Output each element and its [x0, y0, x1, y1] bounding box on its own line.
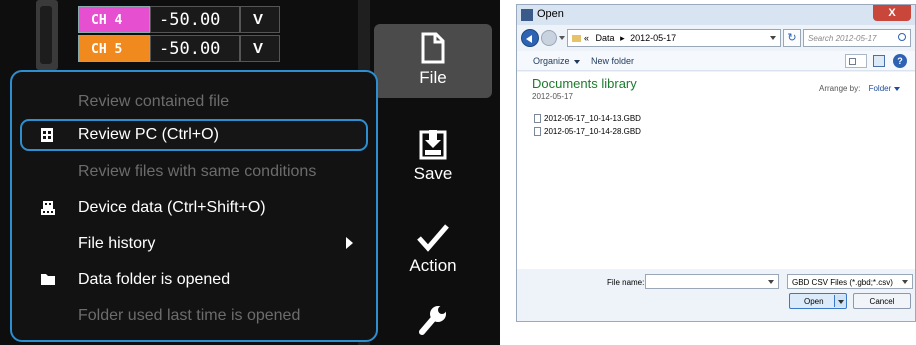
document-icon [41, 128, 53, 142]
library-title: Documents library [532, 76, 637, 91]
preview-pane-button[interactable] [873, 55, 885, 67]
filetype-value: GBD CSV Files (*.gbd;*.csv) [792, 278, 893, 287]
search-icon [898, 33, 906, 41]
command-bar: Organize New folder ? [517, 51, 915, 71]
menu-item-device-data[interactable]: Device data (Ctrl+Shift+O) [12, 192, 376, 224]
filetype-select[interactable]: GBD CSV Files (*.gbd;*.csv) [787, 274, 913, 289]
menu-item-label: Review files with same conditions [78, 163, 317, 180]
chevron-down-icon [902, 280, 908, 284]
menu-item-label: Review PC (Ctrl+O) [78, 126, 219, 143]
file-name: 2012-05-17_10-14-13.GBD [544, 114, 641, 123]
device-app-panel: CH 4 -50.00 V CH 5 -50.00 V File Save Ac… [0, 0, 500, 345]
dialog-title: Open [537, 8, 564, 20]
save-button-label: Save [413, 164, 453, 183]
channel-row[interactable]: CH 5 -50.00 V [78, 35, 280, 62]
file-button-label: File [419, 68, 447, 87]
view-icon [849, 58, 856, 65]
checkmark-icon [417, 224, 449, 252]
action-button[interactable]: Action [374, 222, 492, 282]
forward-arrow-icon[interactable] [541, 30, 557, 46]
file-icon [534, 127, 541, 137]
app-icon [521, 9, 533, 21]
menu-item-label: Review contained file [78, 93, 230, 110]
folder-icon [41, 274, 55, 285]
settings-button[interactable] [374, 302, 492, 342]
dialog-titlebar[interactable]: Open X [517, 5, 915, 25]
dialog-footer: File name: GBD CSV Files (*.gbd;*.csv) O… [517, 269, 915, 321]
menu-item-label: Device data (Ctrl+Shift+O) [78, 199, 266, 216]
filename-input[interactable] [645, 274, 779, 289]
new-folder-button[interactable]: New folder [591, 56, 634, 66]
file-list-pane[interactable]: Documents library 2012-05-17 Arrange by:… [517, 72, 915, 269]
open-split-dropdown-icon[interactable] [834, 295, 846, 307]
menu-item-review-same-conditions[interactable]: Review files with same conditions [12, 156, 376, 188]
channel-row[interactable]: CH 4 -50.00 V [78, 6, 280, 33]
channel-unit: V [240, 35, 280, 62]
arrange-by-dropdown[interactable]: Folder [869, 84, 901, 93]
file-icon [421, 32, 445, 64]
menu-item-label: File history [78, 235, 156, 252]
breadcrumb-date[interactable]: 2012-05-17 [630, 33, 676, 43]
file-icon [534, 114, 541, 124]
arrange-by: Arrange by: Folder [819, 84, 900, 93]
address-input[interactable]: « Data ▸ 2012-05-17 [567, 29, 781, 47]
view-options-button[interactable] [845, 54, 867, 68]
device-icon [41, 201, 55, 215]
save-button[interactable]: Save [374, 128, 492, 188]
file-name: 2012-05-17_10-14-28.GBD [544, 127, 641, 136]
channel-value: -50.00 [150, 35, 240, 62]
wrench-icon [419, 306, 446, 335]
menu-item-file-history[interactable]: File history [12, 228, 376, 260]
menu-item-label: Data folder is opened [78, 271, 231, 288]
list-item[interactable]: 2012-05-17_10-14-13.GBD [534, 114, 641, 126]
open-file-dialog: Open X « Data ▸ 2012-05-17 ↻ Search 2012… [516, 4, 916, 322]
menu-item-label: Folder used last time is opened [78, 307, 301, 324]
search-input[interactable]: Search 2012-05-17 [803, 29, 911, 47]
menu-item-review-pc[interactable]: Review PC (Ctrl+O) [20, 119, 368, 151]
list-item[interactable]: 2012-05-17_10-14-28.GBD [534, 127, 641, 139]
file-menu: Review contained file Review PC (Ctrl+O)… [10, 70, 378, 342]
cancel-button[interactable]: Cancel [853, 293, 911, 309]
back-arrow-icon[interactable] [521, 29, 539, 47]
open-button[interactable]: Open [789, 293, 847, 309]
menu-item-data-folder[interactable]: Data folder is opened [12, 264, 376, 296]
search-placeholder: Search 2012-05-17 [808, 34, 877, 43]
chevron-down-icon[interactable] [768, 280, 774, 284]
history-dropdown-icon[interactable] [559, 36, 565, 40]
close-button[interactable]: X [873, 5, 911, 21]
address-bar: « Data ▸ 2012-05-17 ↻ Search 2012-05-17 [517, 25, 915, 51]
menu-item-last-folder[interactable]: Folder used last time is opened [12, 300, 376, 332]
save-icon [419, 130, 447, 160]
folder-icon [572, 35, 581, 43]
arrange-by-label: Arrange by: [819, 84, 861, 93]
channel-table: CH 4 -50.00 V CH 5 -50.00 V [78, 6, 280, 64]
breadcrumb-separator-icon: ▸ [620, 33, 625, 43]
organize-button[interactable]: Organize [533, 56, 580, 66]
submenu-arrow-icon [346, 237, 353, 249]
help-button[interactable]: ? [893, 54, 907, 68]
channel-name: CH 4 [78, 6, 150, 33]
filename-label: File name: [607, 278, 645, 287]
open-button-label: Open [804, 297, 824, 306]
chevron-down-icon[interactable] [770, 36, 776, 40]
channel-name: CH 5 [78, 35, 150, 62]
breadcrumb-overflow[interactable]: « [584, 33, 589, 43]
menu-item-review-contained-file[interactable]: Review contained file [12, 86, 376, 118]
file-button[interactable]: File [374, 24, 492, 98]
channel-value: -50.00 [150, 6, 240, 33]
refresh-button[interactable]: ↻ [783, 29, 801, 47]
action-button-label: Action [409, 256, 457, 275]
channel-unit: V [240, 6, 280, 33]
vertical-scrollbar[interactable] [36, 0, 58, 70]
breadcrumb-data[interactable]: Data [596, 33, 615, 43]
library-subtitle: 2012-05-17 [532, 92, 573, 101]
